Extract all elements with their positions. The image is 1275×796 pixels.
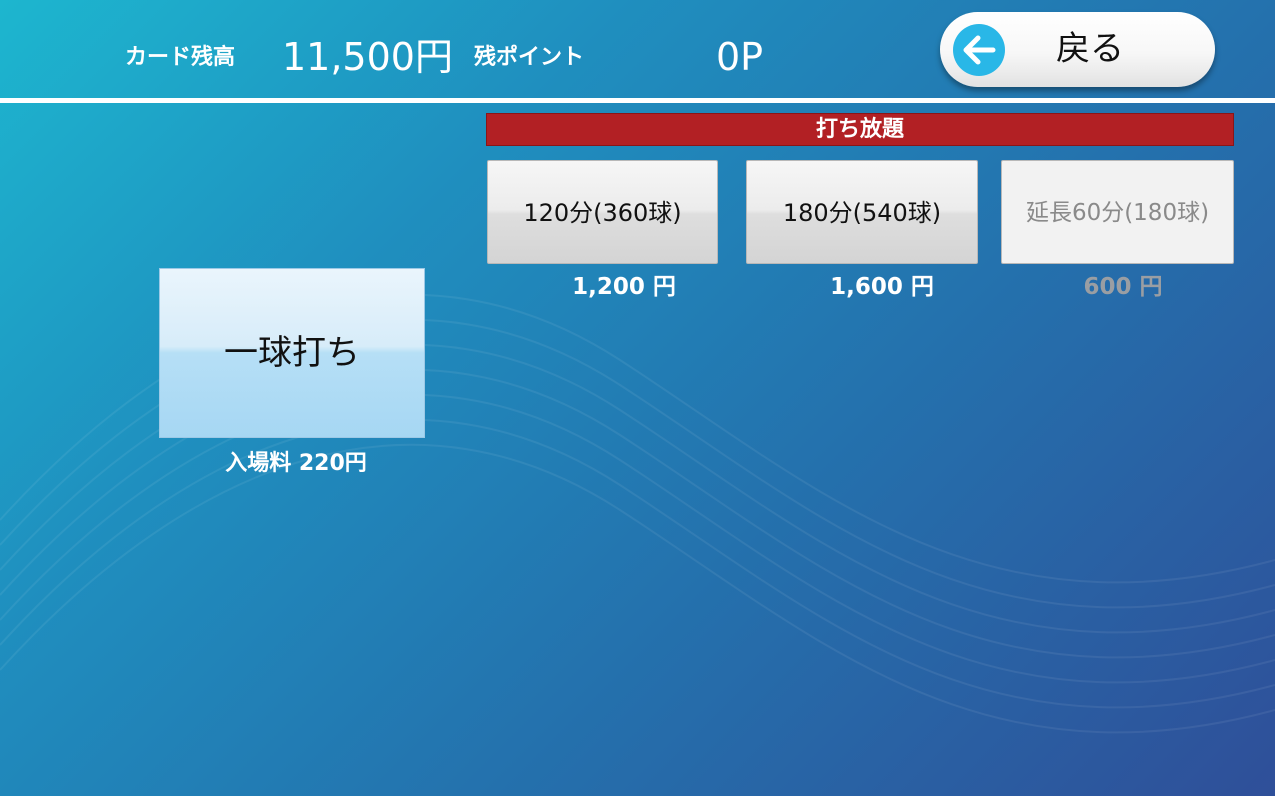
plan-180min-button[interactable]: 180分(540球): [746, 160, 978, 264]
points-value: 0P: [716, 35, 764, 79]
plan-extension-60min-button[interactable]: 延長60分(180球): [1001, 160, 1234, 264]
plan-extension-60min-price: 600 円: [1083, 274, 1163, 300]
card-balance-value: 11,500円: [282, 35, 453, 79]
entry-fee-text: 入場料 220円: [225, 451, 367, 476]
plan-120min-button[interactable]: 120分(360球): [487, 160, 718, 264]
header-divider: [0, 98, 1275, 103]
arrow-left-icon: [953, 24, 1005, 76]
single-ball-button[interactable]: 一球打ち: [159, 268, 425, 438]
all-you-can-hit-section-title: 打ち放題: [486, 113, 1234, 146]
plan-180min-price: 1,600 円: [830, 274, 934, 300]
back-button-label: 戻る: [1056, 29, 1124, 69]
points-label: 残ポイント: [474, 45, 585, 70]
back-button[interactable]: 戻る: [940, 12, 1215, 87]
header-bar: カード残高 11,500円 残ポイント 0P 戻る: [0, 0, 1275, 98]
plan-120min-price: 1,200 円: [572, 274, 676, 300]
card-balance-label: カード残高: [125, 45, 236, 70]
